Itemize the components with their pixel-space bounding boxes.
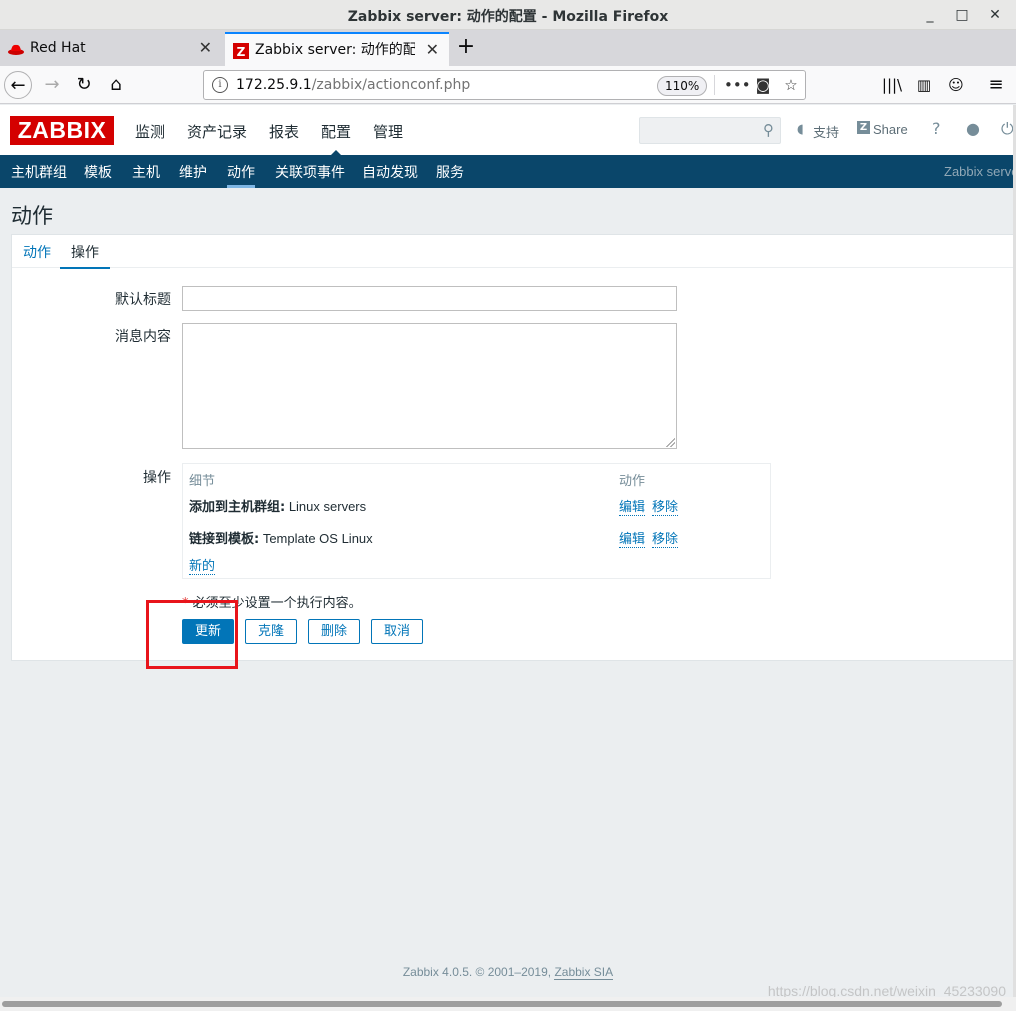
ops-header-details: 细节 <box>189 474 216 489</box>
pocket-icon[interactable]: ◙ <box>752 74 774 96</box>
delete-button[interactable]: 删除 <box>308 619 360 644</box>
submenu-host-groups[interactable]: 主机群组 <box>11 162 67 182</box>
submenu-hosts[interactable]: 主机 <box>132 162 160 182</box>
minimize-icon[interactable]: _ <box>919 4 941 26</box>
browser-tab-zabbix[interactable]: Z Zabbix server: 动作的配置 ✕ <box>225 32 449 66</box>
page-footer: Zabbix 4.0.5. © 2001–2019, Zabbix SIA <box>0 965 1016 980</box>
submenu-discovery[interactable]: 自动发现 <box>362 162 418 182</box>
browser-toolbar: ← → ↻ ⌂ i 172.25.9.1/zabbix/actionconf.p… <box>0 66 1016 104</box>
highlight-box <box>146 600 238 669</box>
browser-tabstrip: Red Hat ✕ Z Zabbix server: 动作的配置 ✕ <box>0 30 1016 66</box>
remove-operation-link[interactable]: 移除 <box>652 496 679 516</box>
submenu-services[interactable]: 服务 <box>436 162 464 182</box>
close-window-icon[interactable]: ✕ <box>984 4 1006 26</box>
new-tab-icon[interactable]: + <box>455 33 477 63</box>
scrollbar-thumb[interactable] <box>2 1001 1002 1007</box>
submenu-actions[interactable]: 动作 <box>227 162 255 188</box>
reload-icon[interactable]: ↻ <box>70 71 98 99</box>
ops-header-action: 动作 <box>619 474 646 489</box>
share-icon: Z <box>857 121 870 134</box>
url-text[interactable]: 172.25.9.1/zabbix/actionconf.php <box>236 77 470 93</box>
window-titlebar: Zabbix server: 动作的配置 - Mozilla Firefox _… <box>0 0 1016 30</box>
window-title: Zabbix server: 动作的配置 - Mozilla Firefox <box>347 9 669 25</box>
table-row: 添加到主机群组: Linux servers <box>189 499 367 515</box>
menu-monitoring[interactable]: 监测 <box>135 121 165 142</box>
bookmark-star-icon[interactable]: ☆ <box>780 74 802 96</box>
help-icon[interactable]: ? <box>932 119 941 138</box>
edit-operation-link[interactable]: 编辑 <box>619 528 646 548</box>
menu-configuration[interactable]: 配置 <box>321 121 351 156</box>
tab-label: Red Hat <box>30 40 86 56</box>
zabbix-header: ZABBIX 监测 资产记录 报表 配置 管理 ⚲ ◖ 支持 Z Share ?… <box>0 105 1016 156</box>
clone-button[interactable]: 克隆 <box>245 619 297 644</box>
maximize-icon[interactable]: □ <box>951 4 973 26</box>
zoom-indicator[interactable]: 110% <box>657 76 708 96</box>
sidebar-icon[interactable]: ▥ <box>910 71 938 99</box>
home-icon[interactable]: ⌂ <box>102 71 130 99</box>
support-link[interactable]: 支持 <box>813 122 839 141</box>
table-row: 链接到模板: Template OS Linux <box>189 531 373 547</box>
page-title: 动作 <box>11 204 53 228</box>
url-divider <box>714 75 715 95</box>
tab-label: Zabbix server: 动作的配置 <box>255 42 415 58</box>
sign-out-icon[interactable]: ⏻ <box>1001 119 1014 139</box>
action-form: 动作 操作 默认标题 消息内容 操作 细节 动作 添加到主机群组: Linux … <box>11 234 1016 661</box>
submenu-maintenance[interactable]: 维护 <box>179 162 207 182</box>
configuration-submenu: 主机群组 模板 主机 维护 动作 关联项事件 自动发现 服务 Zabbix se… <box>0 155 1016 188</box>
message-label: 消息内容 <box>115 329 171 345</box>
browser-tab-redhat[interactable]: Red Hat ✕ <box>0 32 222 66</box>
footer-text: Zabbix 4.0.5. © 2001–2019, <box>402 965 555 979</box>
remove-operation-link[interactable]: 移除 <box>652 528 679 548</box>
zabbix-favicon-icon: Z <box>233 43 249 59</box>
headset-icon: ◖ <box>797 122 804 137</box>
back-icon[interactable]: ← <box>4 71 32 99</box>
default-subject-label: 默认标题 <box>115 292 171 308</box>
user-profile-icon[interactable]: ● <box>966 119 980 138</box>
share-link[interactable]: Share <box>873 122 908 137</box>
svg-text:Z: Z <box>237 45 246 59</box>
zabbix-logo[interactable]: ZABBIX <box>10 116 114 145</box>
redhat-favicon-icon <box>8 44 24 55</box>
search-input[interactable]: ⚲ <box>639 117 781 144</box>
tab-close-icon[interactable]: ✕ <box>199 32 212 64</box>
horizontal-scrollbar[interactable] <box>0 997 1016 1011</box>
menu-administration[interactable]: 管理 <box>373 121 403 142</box>
menu-inventory[interactable]: 资产记录 <box>187 121 247 142</box>
new-operation-link[interactable]: 新的 <box>189 555 216 575</box>
tab-operations[interactable]: 操作 <box>60 242 110 269</box>
message-textarea[interactable] <box>182 323 677 449</box>
tab-close-icon[interactable]: ✕ <box>426 34 439 66</box>
zabbix-sia-link[interactable]: Zabbix SIA <box>554 965 614 980</box>
menu-reports[interactable]: 报表 <box>269 121 299 142</box>
page-actions-icon[interactable]: ••• <box>724 74 751 96</box>
default-subject-input[interactable] <box>182 286 677 311</box>
account-icon[interactable]: ☺ <box>942 71 970 99</box>
url-bar[interactable]: i 172.25.9.1/zabbix/actionconf.php 110% … <box>203 70 806 100</box>
edit-operation-link[interactable]: 编辑 <box>619 496 646 516</box>
cancel-button[interactable]: 取消 <box>371 619 423 644</box>
hamburger-menu-icon[interactable]: ≡ <box>982 71 1010 99</box>
operations-label: 操作 <box>143 470 171 486</box>
search-icon[interactable]: ⚲ <box>763 121 774 139</box>
resize-grip-icon[interactable] <box>665 437 675 447</box>
tab-action[interactable]: 动作 <box>23 242 51 262</box>
operations-table: 细节 动作 添加到主机群组: Linux servers 编辑 移除 链接到模板… <box>182 463 771 579</box>
site-info-icon[interactable]: i <box>212 77 228 93</box>
library-icon[interactable]: |||\ <box>878 71 906 99</box>
server-name: Zabbix server <box>944 164 1016 179</box>
form-tabs: 动作 操作 <box>12 235 1016 269</box>
submenu-correlation[interactable]: 关联项事件 <box>275 162 345 182</box>
forward-icon[interactable]: → <box>38 71 66 99</box>
submenu-templates[interactable]: 模板 <box>84 162 112 182</box>
